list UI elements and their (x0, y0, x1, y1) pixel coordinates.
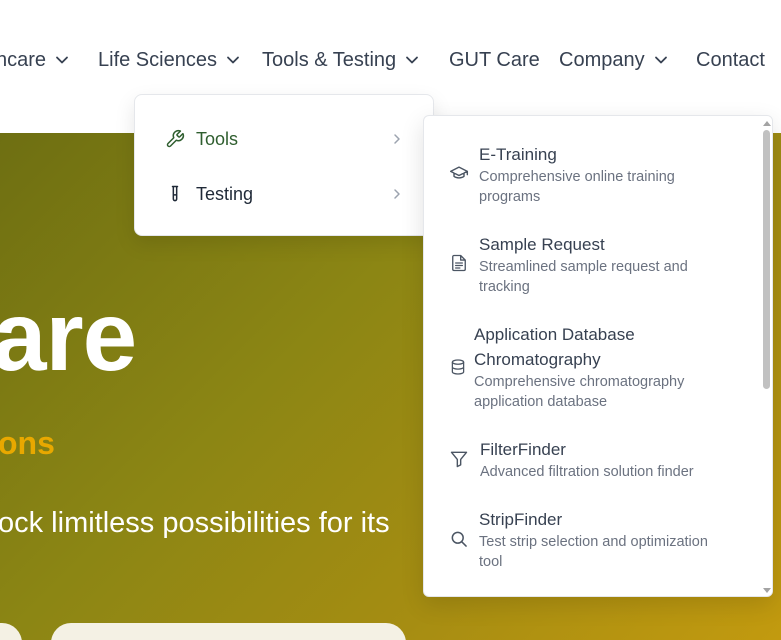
nav-item-label: Life Sciences (98, 48, 217, 71)
dropdown-item-tools[interactable]: Tools (135, 117, 433, 161)
hero-title: are (0, 281, 137, 391)
submenu-item-description: application database (474, 394, 608, 410)
dropdown-item-label: Tools (196, 128, 239, 149)
submenu-item-title: E-Training (479, 145, 557, 164)
submenu-item-filterfinder[interactable]: FilterFinder Advanced filtration solutio… (424, 437, 754, 485)
nav-item-gut-care[interactable]: GUT Care (449, 46, 540, 74)
submenu-item-e-training[interactable]: E-Training Comprehensive online training… (424, 142, 754, 212)
submenu-item-title: FilterFinder (480, 440, 566, 459)
wrench-icon (166, 129, 185, 148)
nav-item-label: Contact (696, 48, 765, 71)
submenu-item-description: tool (479, 554, 503, 570)
submenu-scrollbar[interactable] (760, 116, 772, 596)
test-tube-icon (171, 185, 179, 202)
chevron-down-icon (654, 56, 667, 64)
submenu-item-title: Application Database (474, 325, 635, 344)
hero-button-primary[interactable] (0, 623, 22, 640)
chevron-down-icon (406, 56, 419, 64)
scroll-down-arrow-icon[interactable] (762, 587, 772, 595)
tools-submenu: E-Training Comprehensive online training… (423, 115, 773, 597)
submenu-item-description: Comprehensive chromatography (474, 374, 685, 390)
nav-item-life-sciences[interactable]: Life Sciences (98, 46, 240, 74)
submenu-item-application-database[interactable]: Application Database Chromatography Comp… (424, 322, 754, 414)
nav-item-label: Company (559, 48, 645, 71)
nav-item-healthcare[interactable]: hcare (0, 46, 69, 74)
chevron-right-icon (394, 134, 400, 144)
submenu-item-title: StripFinder (479, 510, 563, 529)
nav-item-contact[interactable]: Contact (696, 46, 765, 74)
filter-icon (450, 451, 468, 468)
scrollbar-thumb[interactable] (763, 130, 770, 389)
submenu-item-description: programs (479, 189, 541, 205)
document-icon (452, 254, 466, 272)
submenu-item-title: Chromatography (474, 350, 601, 369)
search-icon (451, 531, 467, 547)
chevron-down-icon (56, 56, 68, 64)
hero-text: ock limitless possibilities for its (0, 507, 390, 539)
tools-testing-dropdown: Tools Testing (134, 94, 434, 236)
nav-item-tools-testing[interactable]: Tools & Testing (262, 46, 419, 74)
nav-item-label: hcare (0, 48, 47, 71)
nav-item-label: Tools & Testing (262, 48, 397, 71)
scroll-up-arrow-icon[interactable] (762, 119, 772, 127)
dropdown-item-label: Testing (196, 183, 254, 204)
nav-item-label: GUT Care (449, 48, 540, 71)
submenu-item-description: Test strip selection and optimization (479, 534, 708, 550)
submenu-item-description: Advanced filtration solution finder (480, 464, 694, 480)
submenu-item-sample-request[interactable]: Sample Request Streamlined sample reques… (424, 232, 754, 302)
submenu-item-stripfinder[interactable]: StripFinder Test strip selection and opt… (424, 507, 754, 577)
chevron-down-icon (227, 56, 239, 64)
chevron-right-icon (394, 189, 400, 199)
submenu-item-title: Sample Request (479, 235, 605, 254)
graduation-cap-icon (449, 166, 469, 179)
nav-item-company[interactable]: Company (559, 46, 668, 74)
submenu-item-description: Streamlined sample request and (479, 259, 688, 275)
database-icon (451, 359, 465, 375)
hero-subtitle: ons (0, 425, 55, 461)
submenu-item-description: tracking (479, 279, 530, 295)
submenu-item-description: Comprehensive online training (479, 169, 675, 185)
hero-button-secondary[interactable] (51, 623, 406, 640)
dropdown-item-testing[interactable]: Testing (135, 172, 433, 216)
